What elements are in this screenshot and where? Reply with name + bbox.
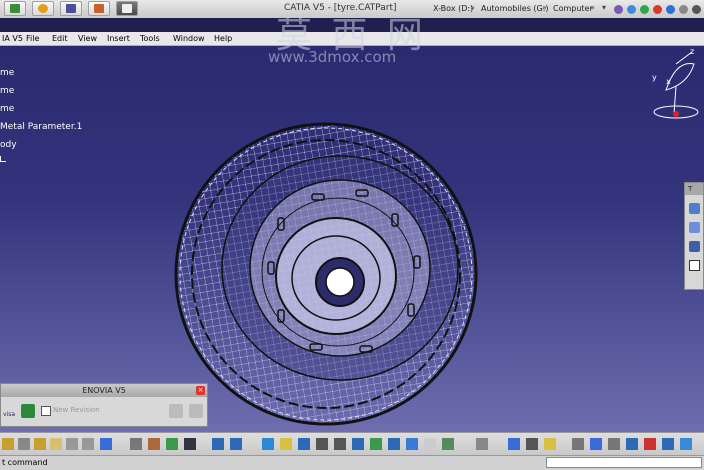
toolbar-icon[interactable] <box>230 438 242 450</box>
axis-icon[interactable] <box>590 438 602 450</box>
taskbar-button-4[interactable] <box>88 1 110 16</box>
breadcrumb-item[interactable]: Automobiles (G:) <box>481 4 549 13</box>
visa-label: visa <box>3 411 16 418</box>
menu-insert[interactable]: Insert <box>107 34 130 43</box>
menu-file[interactable]: File <box>26 34 39 43</box>
tyre-wireframe-model[interactable] <box>160 106 490 436</box>
tree-item[interactable]: me <box>0 86 14 96</box>
taskbar-button-2[interactable] <box>32 1 54 16</box>
status-text: t command <box>2 458 48 467</box>
taskbar-button-1[interactable] <box>4 1 26 16</box>
tool-icon[interactable] <box>689 222 700 233</box>
command-input[interactable] <box>546 457 702 468</box>
toolbar-icon[interactable] <box>526 438 538 450</box>
breadcrumb-separator-icon: » <box>542 3 547 12</box>
dropdown-arrow-icon[interactable]: ▾ <box>602 3 606 12</box>
tool-icon[interactable] <box>689 203 700 214</box>
tree-item[interactable]: me <box>0 68 14 78</box>
tree-item[interactable]: me <box>0 104 14 114</box>
toolbar-icon[interactable] <box>212 438 224 450</box>
network-icon[interactable] <box>692 5 701 14</box>
pan-icon[interactable] <box>280 438 292 450</box>
breadcrumb-item[interactable]: X-Box (D:) <box>433 4 473 13</box>
app-icon <box>10 4 20 13</box>
menu-window[interactable]: Window <box>173 34 205 43</box>
tool-icon[interactable] <box>189 404 203 418</box>
toolbar-icon[interactable] <box>608 438 620 450</box>
menu-tools[interactable]: Tools <box>140 34 160 43</box>
tool-icon[interactable] <box>689 260 700 271</box>
toolbar-icon[interactable] <box>370 438 382 450</box>
volume-icon[interactable] <box>679 5 688 14</box>
toolbar-icon[interactable] <box>166 438 178 450</box>
app-label: IA V5 <box>2 34 23 43</box>
3d-viewport[interactable]: me me me Metal Parameter.1 ody z y x 莫 西… <box>0 15 704 432</box>
help-icon[interactable] <box>100 438 112 450</box>
tray-icon[interactable] <box>653 5 662 14</box>
redo-icon[interactable] <box>82 438 94 450</box>
grid-icon[interactable] <box>689 241 700 252</box>
render-style-icon[interactable] <box>406 438 418 450</box>
zoom-out-icon[interactable] <box>334 438 346 450</box>
status-bar: t command <box>0 455 704 470</box>
tree-item-body[interactable]: ody <box>0 140 17 150</box>
tray-icon[interactable] <box>627 5 636 14</box>
toolbar-icon[interactable] <box>572 438 584 450</box>
copy-icon[interactable] <box>34 438 46 450</box>
table-icon[interactable] <box>184 438 196 450</box>
breadcrumb-item[interactable]: Computer <box>553 4 593 13</box>
tray-icon[interactable] <box>640 5 649 14</box>
toolbar-icon[interactable] <box>2 438 14 450</box>
cut-icon[interactable] <box>18 438 30 450</box>
toolbar-icon[interactable] <box>662 438 674 450</box>
tree-branch-icon <box>0 156 6 162</box>
tray-icon[interactable] <box>614 5 623 14</box>
enovia-icon[interactable] <box>21 404 35 418</box>
normal-view-icon[interactable] <box>352 438 364 450</box>
undo-icon[interactable] <box>66 438 78 450</box>
close-icon[interactable]: × <box>196 386 205 395</box>
menu-help[interactable]: Help <box>214 34 232 43</box>
compass-widget[interactable]: z y x <box>646 46 704 126</box>
compass-z-label: z <box>690 47 694 56</box>
paint-icon <box>94 4 104 13</box>
compass-x-label: x <box>666 77 671 86</box>
browser-icon <box>38 4 48 13</box>
fit-all-icon[interactable] <box>262 438 274 450</box>
formula-icon[interactable] <box>130 438 142 450</box>
toolbar-icon[interactable] <box>644 438 656 450</box>
toolbar-icon[interactable] <box>476 438 488 450</box>
measure-icon[interactable] <box>508 438 520 450</box>
right-toolbar: T <box>684 182 704 290</box>
breadcrumb-separator-icon: » <box>470 3 475 12</box>
hide-show-icon[interactable] <box>424 438 436 450</box>
breadcrumb-separator-icon: » <box>590 3 595 12</box>
enovia-title: ENOVIA V5 <box>1 384 207 397</box>
toolbar-icon[interactable] <box>442 438 454 450</box>
rotate-icon[interactable] <box>298 438 310 450</box>
menu-edit[interactable]: Edit <box>52 34 68 43</box>
toolbar-icon[interactable] <box>680 438 692 450</box>
bluetooth-icon[interactable] <box>666 5 675 14</box>
taskbar-button-3[interactable] <box>60 1 82 16</box>
toolbar-icon[interactable] <box>544 438 556 450</box>
right-toolbar-title: T <box>685 183 703 195</box>
checkbox[interactable] <box>41 406 51 416</box>
zoom-in-icon[interactable] <box>316 438 328 450</box>
menu-view[interactable]: View <box>78 34 97 43</box>
taskbar-button-catia[interactable] <box>116 1 138 16</box>
tree-item-sheet-metal-parameter[interactable]: Metal Parameter.1 <box>0 122 82 132</box>
toolbar-icon[interactable] <box>626 438 638 450</box>
tool-icon[interactable] <box>169 404 183 418</box>
new-revision-field[interactable]: New Revision <box>53 406 100 414</box>
bottom-toolbar <box>0 432 704 456</box>
compass-y-label: y <box>652 73 657 82</box>
enovia-panel: ENOVIA V5 × visa New Revision <box>0 383 208 427</box>
watermark-url: www.3dmox.com <box>268 48 397 66</box>
catia-icon <box>122 4 132 13</box>
toolbar-icon[interactable] <box>148 438 160 450</box>
paste-icon[interactable] <box>50 438 62 450</box>
save-icon <box>66 4 76 13</box>
view-cube-icon[interactable] <box>388 438 400 450</box>
